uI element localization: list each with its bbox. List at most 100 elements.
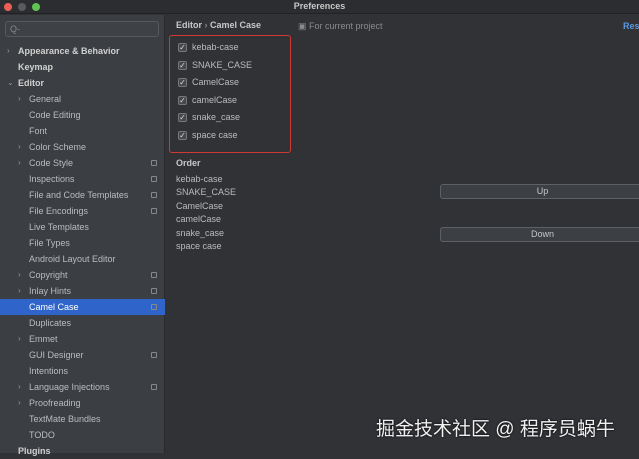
sidebar-item-label: Color Scheme (29, 142, 87, 152)
sidebar-item[interactable]: File Encodings (0, 203, 165, 219)
sidebar-item-label: Font (29, 126, 48, 136)
sidebar-item-label: Appearance & Behavior (18, 46, 120, 56)
sidebar-item[interactable]: Camel Case (0, 299, 165, 315)
checkbox-label: CamelCase (192, 77, 240, 87)
sidebar-item[interactable]: Inspections (0, 171, 165, 187)
search-input[interactable]: Q- (5, 21, 159, 37)
sidebar-item[interactable]: Live Templates (0, 219, 165, 235)
sidebar-item[interactable]: › Language Injections (0, 379, 165, 395)
sidebar-item[interactable]: File and Code Templates (0, 187, 165, 203)
title-bar: Preferences (0, 0, 639, 14)
sidebar-item-label: Proofreading (29, 398, 81, 408)
sidebar-item[interactable]: › Color Scheme (0, 139, 165, 155)
case-checkbox[interactable]: ✓ space case (178, 129, 238, 141)
project-scope-icon (151, 192, 157, 198)
sidebar-item-label: Copyright (29, 270, 68, 280)
sidebar-item-label: Keymap (18, 62, 54, 72)
sidebar-item[interactable]: ⌄ Editor (0, 75, 165, 91)
checkbox-icon[interactable]: ✓ (178, 78, 187, 88)
order-list-item[interactable]: space case (176, 241, 222, 251)
window-title: Preferences (293, 1, 346, 11)
scope-label: ▣ For current project (298, 21, 383, 32)
sidebar-item-label: TODO (29, 430, 55, 440)
sidebar-item-label: Android Layout Editor (29, 254, 116, 264)
chevron-right-icon[interactable]: › (18, 283, 21, 299)
project-scope-icon (151, 384, 157, 390)
sidebar-item[interactable]: Plugins (0, 443, 165, 459)
case-checkbox[interactable]: ✓ SNAKE_CASE (178, 59, 252, 71)
sidebar-item-label: Inspections (29, 174, 75, 184)
sidebar-item-label: GUI Designer (29, 350, 84, 360)
sidebar-item-label: File Types (29, 238, 70, 248)
sidebar-item[interactable]: › Inlay Hints (0, 283, 165, 299)
sidebar-item[interactable]: › Proofreading (0, 395, 165, 411)
breadcrumb-separator: › (204, 20, 208, 30)
case-checkbox[interactable]: ✓ CamelCase (178, 76, 239, 88)
sidebar-item-label: Code Style (29, 158, 74, 168)
checkbox-icon[interactable]: ✓ (178, 130, 187, 140)
sidebar-item[interactable]: › Copyright (0, 267, 165, 283)
chevron-right-icon[interactable]: › (18, 395, 21, 411)
sidebar-item[interactable]: › Appearance & Behavior (0, 43, 165, 59)
checkbox-label: space case (192, 129, 238, 140)
sidebar-item[interactable]: Intentions (0, 363, 165, 379)
reset-link[interactable]: Reset (623, 21, 639, 31)
sidebar-item[interactable]: › Code Style (0, 155, 165, 171)
checkbox-icon[interactable]: ✓ (178, 43, 187, 53)
breadcrumb-current: Camel Case (210, 20, 262, 30)
breadcrumb: Editor › Camel Case (176, 20, 261, 30)
sidebar-item-label: File and Code Templates (29, 190, 129, 200)
order-list-item[interactable]: kebab-case (176, 174, 223, 184)
checkbox-icon[interactable]: ✓ (178, 113, 187, 123)
sidebar-item[interactable]: Android Layout Editor (0, 251, 165, 267)
sidebar-item[interactable]: GUI Designer (0, 347, 165, 363)
sidebar-item[interactable]: TextMate Bundles (0, 411, 165, 427)
project-icon: ▣ (298, 21, 310, 31)
up-button[interactable]: Up (440, 184, 639, 199)
chevron-right-icon[interactable]: › (18, 379, 21, 395)
order-list-item[interactable]: camelCase (176, 214, 221, 224)
chevron-right-icon[interactable]: › (18, 267, 21, 283)
checkbox-icon[interactable]: ✓ (178, 60, 187, 70)
sidebar-item-label: General (29, 94, 62, 104)
sidebar-item-label: Live Templates (29, 222, 89, 232)
case-checkbox[interactable]: ✓ snake_case (178, 111, 240, 123)
sidebar-item[interactable]: Duplicates (0, 315, 165, 331)
watermark: 掘金技术社区 @ 程序员蜗牛 (376, 419, 615, 440)
checkbox-label: SNAKE_CASE (192, 59, 253, 70)
chevron-right-icon[interactable]: › (7, 43, 10, 59)
sidebar-item-label: File Encodings (29, 206, 89, 216)
checkbox-label: camelCase (192, 94, 238, 105)
sidebar-item[interactable]: TODO (0, 427, 165, 443)
order-list-item[interactable]: CamelCase (176, 201, 223, 211)
project-scope-icon (151, 176, 157, 182)
checkbox-label: kebab-case (192, 42, 239, 52)
settings-sidebar: Q- › Appearance & Behavior Keymap ⌄ Editor › G… (0, 15, 165, 456)
chevron-right-icon[interactable]: › (18, 91, 21, 107)
sidebar-item-label: Editor (18, 78, 44, 88)
breadcrumb-parent[interactable]: Editor (176, 20, 202, 30)
sidebar-item-label: Inlay Hints (29, 286, 72, 296)
sidebar-item-label: Code Editing (29, 110, 81, 120)
down-button[interactable]: Down (440, 227, 639, 242)
order-list-item[interactable]: SNAKE_CASE (176, 187, 236, 197)
case-checkbox[interactable]: ✓ kebab-case (178, 41, 239, 53)
case-checkbox[interactable]: ✓ camelCase (178, 94, 237, 106)
order-heading: Order (176, 158, 201, 168)
sidebar-item[interactable]: › General (0, 91, 165, 107)
sidebar-item[interactable]: Keymap (0, 59, 165, 75)
chevron-down-icon[interactable]: ⌄ (7, 75, 14, 91)
sidebar-item[interactable]: File Types (0, 235, 165, 251)
chevron-right-icon[interactable]: › (18, 155, 21, 171)
checkbox-icon[interactable]: ✓ (178, 95, 187, 105)
sidebar-item-label: Intentions (29, 366, 69, 376)
project-scope-icon (151, 304, 157, 310)
order-list-item[interactable]: snake_case (176, 228, 224, 238)
chevron-right-icon[interactable]: › (18, 331, 21, 347)
sidebar-item[interactable]: Font (0, 123, 165, 139)
project-scope-icon (151, 352, 157, 358)
chevron-right-icon[interactable]: › (18, 139, 21, 155)
sidebar-item[interactable]: › Emmet (0, 331, 165, 347)
sidebar-item[interactable]: Code Editing (0, 107, 165, 123)
sidebar-item-label: Emmet (29, 334, 58, 344)
